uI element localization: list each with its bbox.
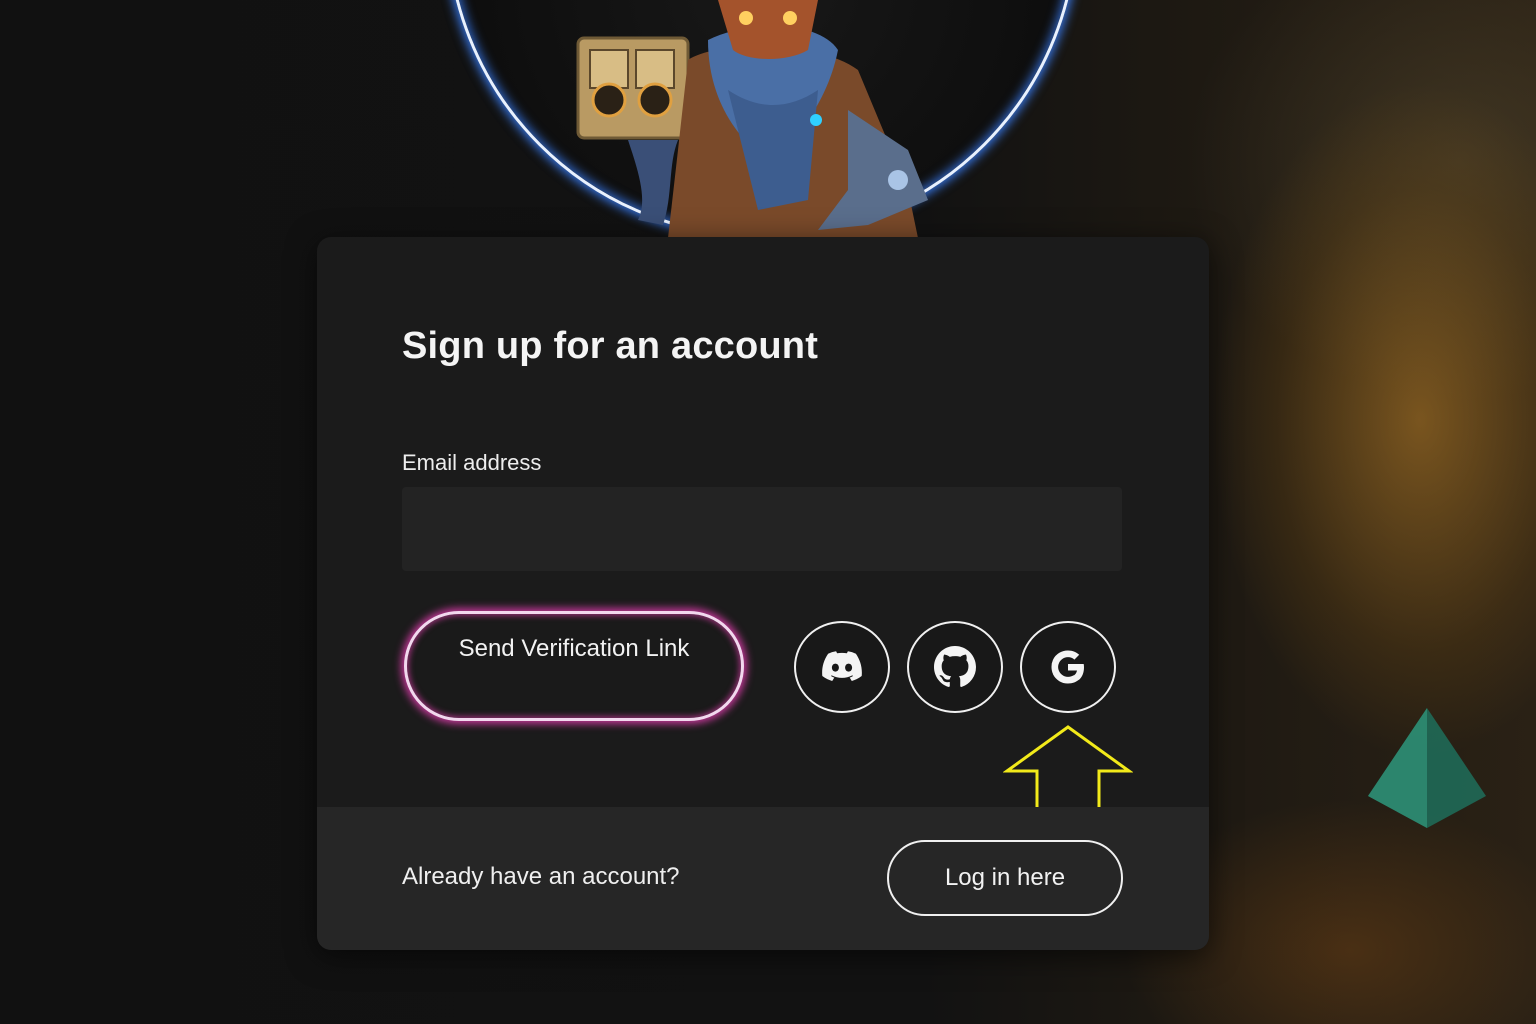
signup-card: Sign up for an account Email address Sen… xyxy=(317,237,1209,950)
robot-character-portrait xyxy=(576,0,928,238)
discord-icon xyxy=(822,651,862,681)
already-have-account-text: Already have an account? xyxy=(402,863,680,890)
yellow-arrow-annotation xyxy=(1003,725,1133,817)
email-label: Email address xyxy=(402,450,542,475)
google-login-button[interactable] xyxy=(1020,621,1116,713)
background-gem-artwork xyxy=(1368,708,1486,828)
github-login-button[interactable] xyxy=(907,621,1003,713)
email-field[interactable] xyxy=(402,487,1122,571)
github-icon xyxy=(934,646,976,687)
discord-login-button[interactable] xyxy=(794,621,890,713)
log-in-here-button[interactable]: Log in here xyxy=(887,840,1123,916)
google-icon xyxy=(1051,650,1084,684)
card-footer: Already have an account? Log in here xyxy=(317,807,1209,950)
send-verification-link-button[interactable]: Send Verification Link xyxy=(404,611,744,721)
page-title: Sign up for an account xyxy=(402,325,819,367)
